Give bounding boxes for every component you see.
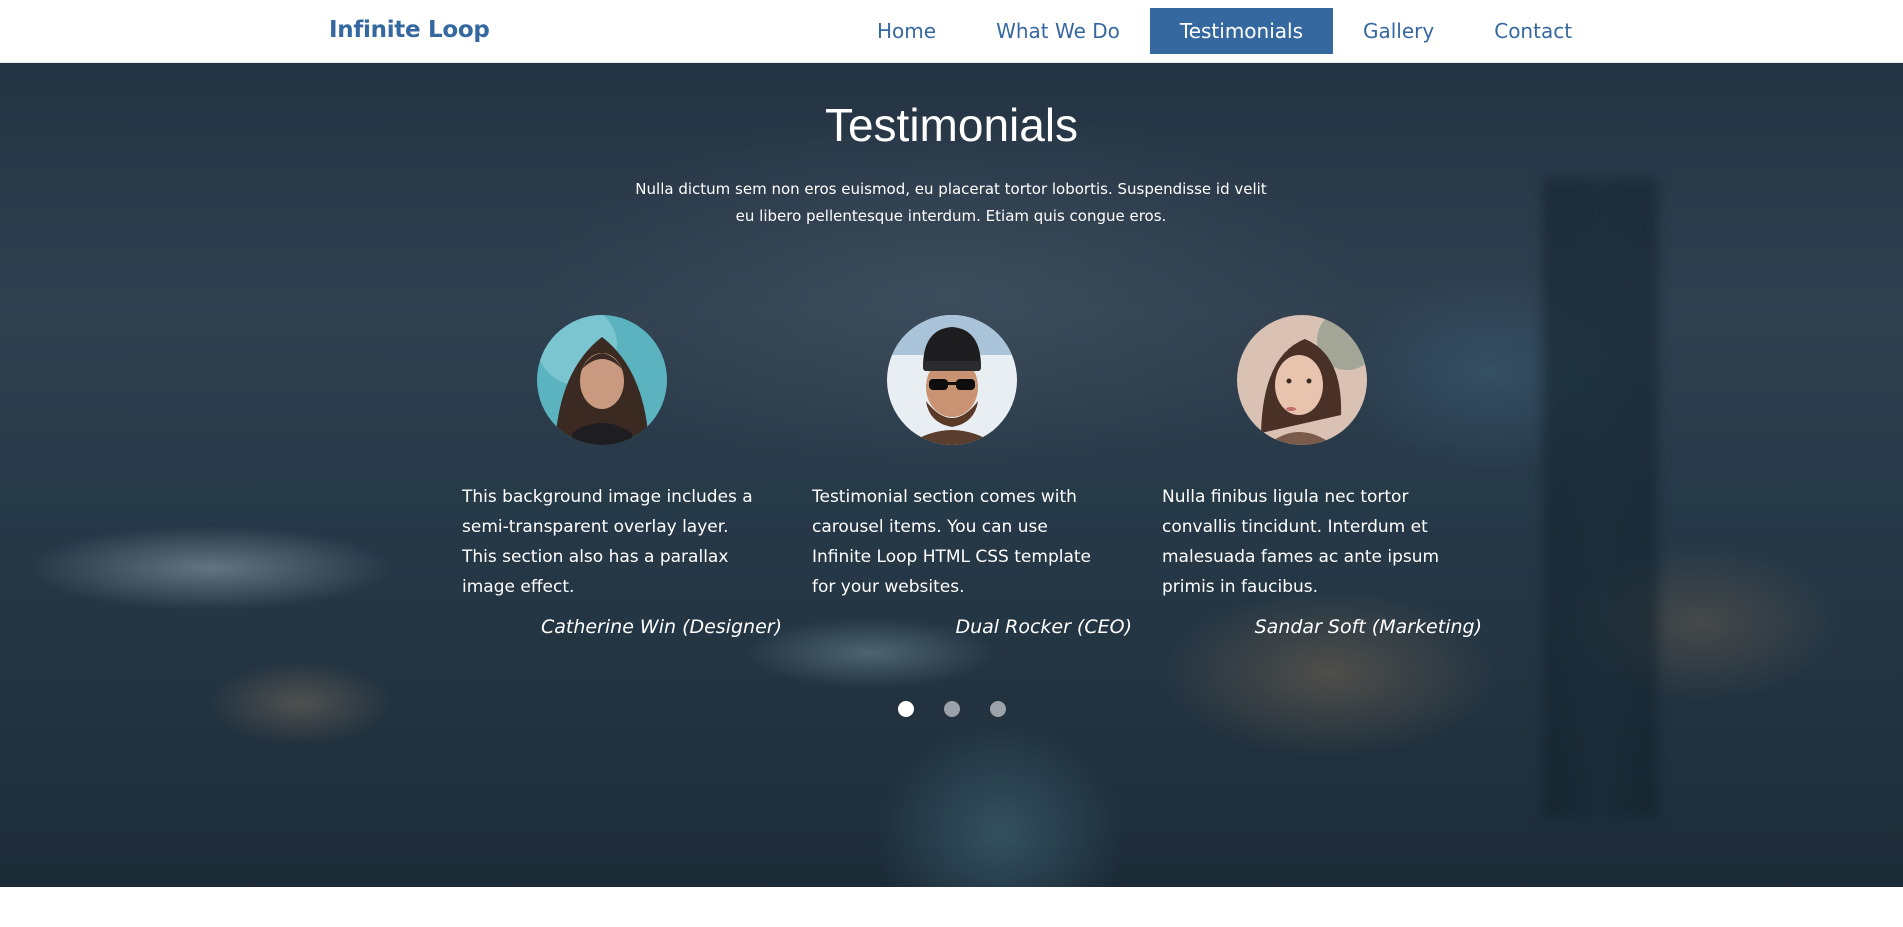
testimonial-quote: Nulla finibus ligula nec tortor convalli… <box>1162 487 1440 597</box>
testimonial-quote: This background image includes a semi-tr… <box>462 487 753 597</box>
carousel-dot-1[interactable] <box>897 701 914 717</box>
carousel-dot-2[interactable] <box>943 701 960 717</box>
nav-gallery[interactable]: Gallery <box>1333 8 1464 54</box>
section-intro: Nulla dictum sem non eros euismod, eu pl… <box>635 180 1267 225</box>
testimonial-author: Catherine Win (Designer) <box>540 616 782 638</box>
avatar <box>887 315 1017 445</box>
avatar <box>537 315 667 445</box>
main-nav: Home What We Do Testimonials Gallery Con… <box>847 8 1602 54</box>
testimonial-author: Dual Rocker (CEO) <box>955 616 1132 638</box>
testimonials-section: Testimonials Nulla dictum sem non eros e… <box>0 63 1903 887</box>
top-navbar: Infinite Loop Home What We Do Testimonia… <box>0 0 1903 63</box>
testimonial-author: Sandar Soft (Marketing) <box>1254 616 1482 638</box>
avatar <box>1237 315 1367 445</box>
nav-testimonials[interactable]: Testimonials <box>1149 8 1333 54</box>
nav-home[interactable]: Home <box>847 8 966 54</box>
carousel-dot-3[interactable] <box>989 701 1006 717</box>
section-title: Testimonials <box>824 99 1079 151</box>
testimonial-quote: Testimonial section comes with carousel … <box>812 487 1091 597</box>
nav-contact[interactable]: Contact <box>1464 8 1602 54</box>
nav-what-we-do[interactable]: What We Do <box>966 8 1150 54</box>
carousel-pagination <box>0 701 1903 717</box>
brand-logo[interactable]: Infinite Loop <box>329 17 490 43</box>
